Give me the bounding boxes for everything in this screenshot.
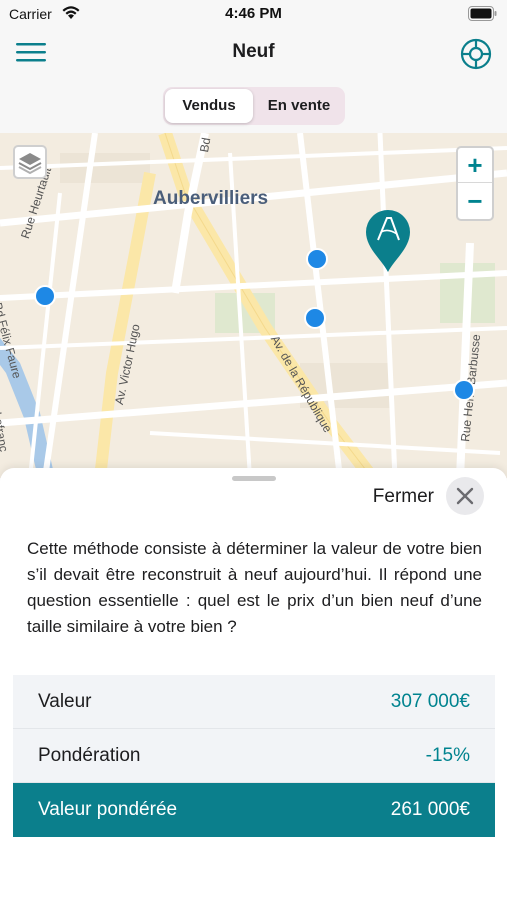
map-property-dot[interactable] bbox=[453, 379, 475, 401]
map-street-label: Bd bbox=[197, 136, 214, 154]
battery-icon bbox=[468, 6, 497, 21]
zoom-in-button[interactable]: + bbox=[458, 148, 492, 183]
layers-button[interactable] bbox=[13, 145, 47, 179]
layers-icon bbox=[18, 153, 42, 175]
close-button[interactable] bbox=[446, 477, 484, 515]
page-title: Neuf bbox=[232, 41, 275, 62]
map-property-dot[interactable] bbox=[304, 307, 326, 329]
method-bottom-sheet: Fermer Cette méthode consiste à détermin… bbox=[0, 468, 507, 900]
valuation-table: Valeur 307 000€ Pondération -15% Valeur … bbox=[13, 675, 495, 837]
table-row: Pondération -15% bbox=[13, 729, 495, 783]
zoom-out-button[interactable]: − bbox=[458, 184, 492, 219]
agency-marker-icon[interactable] bbox=[364, 208, 412, 274]
close-label[interactable]: Fermer bbox=[373, 486, 434, 508]
map-city-label: Aubervilliers bbox=[153, 188, 269, 209]
map-view[interactable]: Aubervilliers Rue Heurtault Av. Victor H… bbox=[0, 133, 507, 478]
status-bar: Carrier 4:46 PM bbox=[0, 0, 507, 28]
status-time: 4:46 PM bbox=[225, 5, 282, 22]
sheet-grabber[interactable] bbox=[232, 476, 276, 481]
row-value: 261 000€ bbox=[390, 799, 470, 820]
lifebuoy-icon[interactable] bbox=[460, 38, 492, 70]
row-value: 307 000€ bbox=[390, 691, 470, 712]
table-row-total: Valeur pondérée 261 000€ bbox=[13, 783, 495, 837]
map-property-dot[interactable] bbox=[306, 248, 328, 270]
zoom-control: + − bbox=[456, 146, 494, 221]
row-label: Pondération bbox=[38, 745, 141, 766]
row-label: Valeur pondérée bbox=[38, 799, 178, 820]
table-row: Valeur 307 000€ bbox=[13, 675, 495, 729]
nav-bar: Neuf Vendus En vente bbox=[0, 28, 507, 133]
segment-en-vente[interactable]: En vente bbox=[255, 89, 343, 123]
segment-vendus[interactable]: Vendus bbox=[165, 89, 253, 123]
method-description: Cette méthode consiste à déterminer la v… bbox=[27, 539, 482, 636]
sale-status-segmented-control: Vendus En vente bbox=[163, 87, 345, 125]
row-label: Valeur bbox=[38, 691, 92, 712]
map-background bbox=[0, 133, 507, 478]
row-value: -15% bbox=[425, 745, 470, 766]
close-icon bbox=[456, 487, 474, 505]
map-property-dot[interactable] bbox=[34, 285, 56, 307]
